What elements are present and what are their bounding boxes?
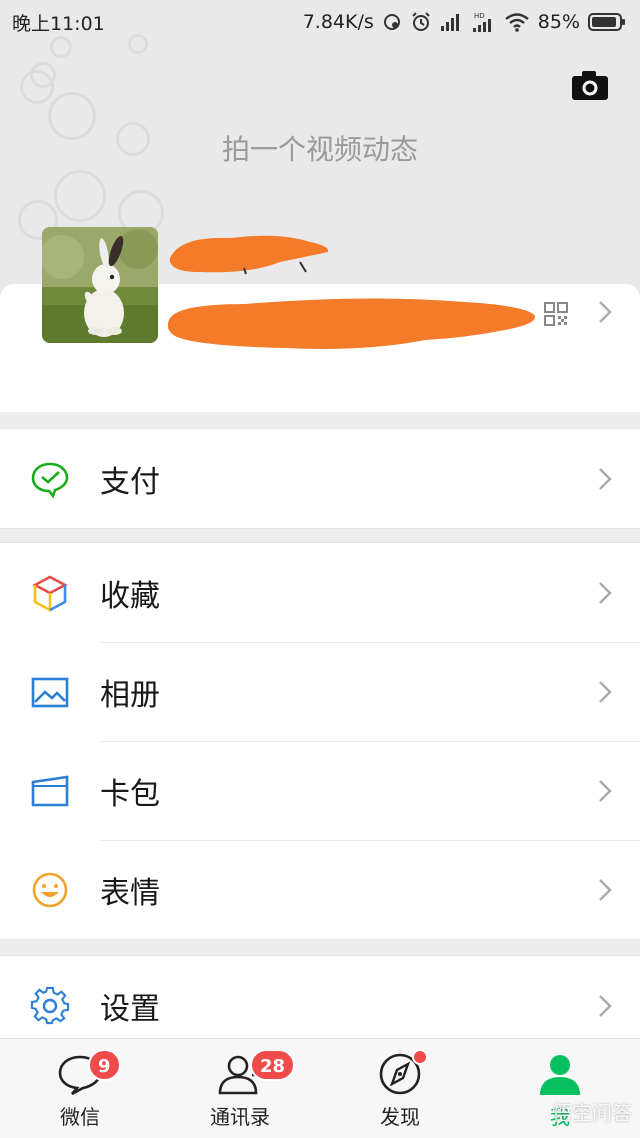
menu-item-cards[interactable]: 卡包 xyxy=(0,741,640,840)
menu-group-pay: 支付 xyxy=(0,428,640,529)
me-icon xyxy=(540,1055,580,1095)
tab-discover-label: 发现 xyxy=(380,1105,420,1129)
card-wallet-icon xyxy=(31,774,69,806)
tab-discover[interactable]: 发现 xyxy=(320,1039,480,1138)
signal-icon xyxy=(440,14,459,31)
settings-label: 设置 xyxy=(100,991,160,1027)
chevron-right-icon xyxy=(598,467,612,491)
tab-contacts[interactable]: 通讯录 28 xyxy=(160,1039,320,1138)
menu-item-stickers[interactable]: 表情 xyxy=(0,840,640,939)
cards-label: 卡包 xyxy=(100,776,160,812)
album-picture-icon xyxy=(31,677,69,707)
wifi-icon xyxy=(505,13,529,32)
bubble-decoration xyxy=(20,70,54,104)
favorites-cube-icon xyxy=(32,575,68,612)
favorites-label: 收藏 xyxy=(100,578,160,614)
tab-chats-label: 微信 xyxy=(60,1105,100,1129)
redacted-nickname xyxy=(169,235,329,275)
menu-group-main: 收藏 相册 卡包 表情 xyxy=(0,542,640,940)
bottom-tab-bar: 微信 9 通讯录 28 发现 我 xyxy=(0,1038,640,1138)
contacts-badge: 28 xyxy=(250,1049,296,1081)
tab-chats[interactable]: 微信 9 xyxy=(0,1039,160,1138)
chevron-right-icon xyxy=(598,581,612,605)
qr-code-icon[interactable] xyxy=(544,302,568,326)
chevron-right-icon xyxy=(598,680,612,704)
menu-item-favorites[interactable]: 收藏 xyxy=(0,543,640,642)
status-bar: 晚上11:01 7.84K/s HD 85% xyxy=(0,0,640,44)
stickers-label: 表情 xyxy=(100,875,160,911)
smile-face-icon xyxy=(32,872,68,907)
profile-chevron-icon xyxy=(598,300,612,324)
chevron-right-icon xyxy=(598,994,612,1018)
net-speed: 7.84K/s xyxy=(302,11,374,33)
pay-icon xyxy=(31,462,69,499)
menu-item-pay[interactable]: 支付 xyxy=(0,429,640,528)
discover-dot-badge xyxy=(412,1049,428,1065)
svg-text:HD: HD xyxy=(474,12,485,20)
camera-icon[interactable] xyxy=(572,70,608,100)
menu-item-album[interactable]: 相册 xyxy=(0,642,640,741)
battery-percent: 85% xyxy=(537,11,580,33)
battery-icon xyxy=(588,13,625,31)
unread-badge: 9 xyxy=(88,1049,121,1081)
bubble-decoration xyxy=(54,170,106,222)
chevron-right-icon xyxy=(598,878,612,902)
video-moment-hint[interactable]: 拍一个视频动态 xyxy=(0,128,640,168)
settings-gear-icon xyxy=(30,986,70,1024)
rabbit-avatar[interactable] xyxy=(42,227,158,343)
sync-icon xyxy=(383,14,400,30)
watermark-text: 悟空问答 xyxy=(552,1101,632,1125)
chevron-right-icon xyxy=(598,779,612,803)
status-right: 7.84K/s HD 85% xyxy=(303,11,626,33)
status-time: 晚上11:01 xyxy=(12,12,105,35)
tab-contacts-label: 通讯录 xyxy=(210,1105,270,1129)
pay-label: 支付 xyxy=(100,464,160,500)
hd-signal-icon: HD xyxy=(472,12,491,32)
alarm-icon xyxy=(412,12,430,31)
redacted-wechat-id xyxy=(167,298,536,349)
album-label: 相册 xyxy=(100,677,160,713)
